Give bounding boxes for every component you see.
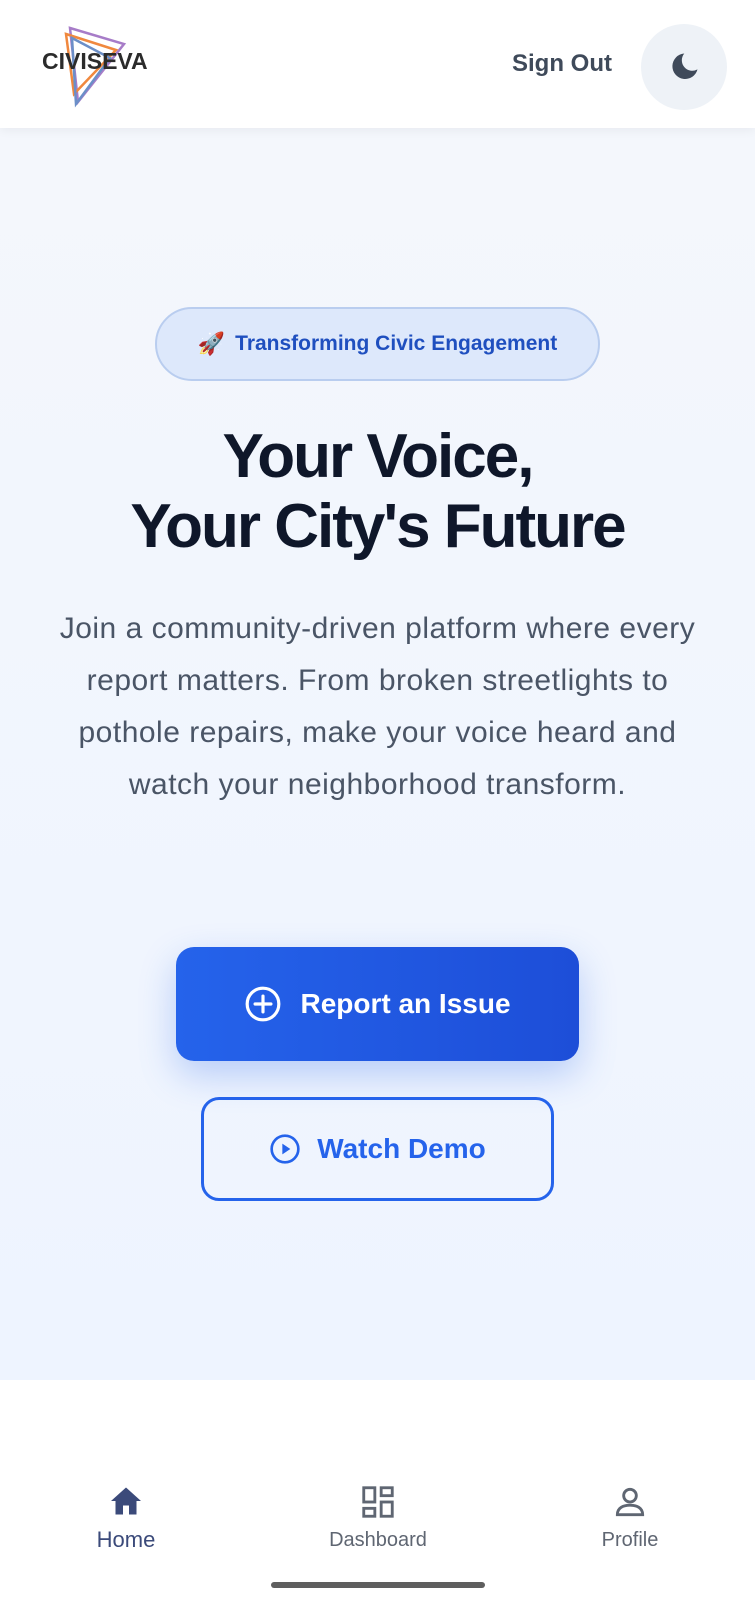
hero-subtitle: Join a community-driven platform where e… bbox=[59, 612, 696, 801]
nav-item-profile[interactable]: Profile bbox=[550, 1483, 710, 1563]
nav-label-home: Home bbox=[96, 1527, 156, 1552]
watch-demo-label: Watch Demo bbox=[317, 1133, 486, 1164]
nav-item-home[interactable]: Home bbox=[46, 1483, 206, 1563]
rocket-icon: 🚀 bbox=[197, 331, 226, 356]
dashboard-icon bbox=[362, 1486, 394, 1518]
nav-label-profile: Profile bbox=[601, 1529, 659, 1551]
theme-toggle-button[interactable] bbox=[641, 24, 727, 110]
home-icon bbox=[111, 1487, 141, 1515]
bottom-navigation: Home Dashboard Profile bbox=[0, 1380, 755, 1600]
report-issue-button[interactable]: Report an Issue bbox=[176, 947, 579, 1061]
moon-icon bbox=[672, 53, 698, 79]
nav-item-dashboard[interactable]: Dashboard bbox=[298, 1483, 458, 1563]
badge-text: Transforming Civic Engagement bbox=[235, 332, 558, 355]
watch-demo-button[interactable]: Watch Demo bbox=[201, 1097, 554, 1201]
hero-title: Your Voice, Your City's Future bbox=[0, 422, 755, 562]
hero-title-line-1: Your Voice, bbox=[222, 422, 535, 491]
logo-text: CIVISEVA bbox=[42, 48, 148, 74]
engagement-badge: 🚀 Transforming Civic Engagement bbox=[155, 307, 600, 381]
gesture-home-indicator[interactable] bbox=[271, 1582, 485, 1588]
nav-label-dashboard: Dashboard bbox=[329, 1529, 427, 1551]
sign-out-button[interactable]: Sign Out bbox=[512, 50, 612, 78]
plus-circle-icon bbox=[246, 986, 281, 1022]
person-icon bbox=[615, 1487, 645, 1517]
top-app-bar: CIVISEVA Sign Out bbox=[0, 0, 755, 128]
play-circle-icon bbox=[270, 1134, 300, 1164]
civiseva-logo[interactable]: CIVISEVA bbox=[42, 24, 162, 110]
hero-title-line-2: Your City's Future bbox=[130, 492, 626, 561]
report-issue-label: Report an Issue bbox=[300, 988, 511, 1019]
